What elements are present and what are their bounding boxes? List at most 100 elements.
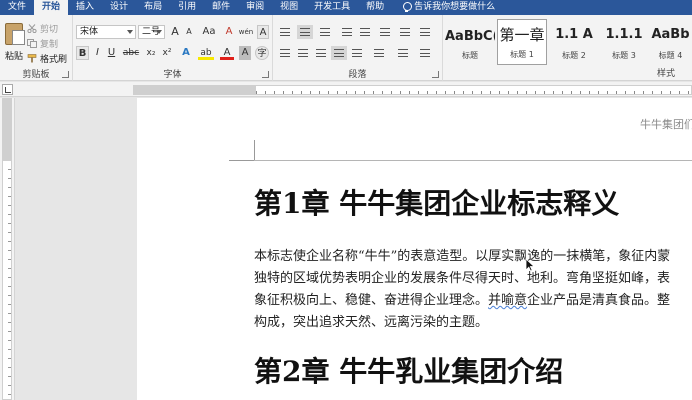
font-group-label: 字体 [163, 70, 182, 80]
tab-design[interactable]: 设计 [102, 0, 136, 15]
align-center-button[interactable] [295, 46, 311, 60]
highlight-button[interactable]: ab [198, 46, 214, 60]
tab-references[interactable]: 引用 [170, 0, 204, 15]
italic-button[interactable]: I [92, 46, 103, 60]
change-case-button[interactable]: Aa [199, 25, 219, 39]
tab-insert[interactable]: 插入 [68, 0, 102, 15]
decrease-indent-button[interactable] [339, 25, 355, 39]
bullets-icon [280, 28, 290, 36]
tab-home[interactable]: 开始 [34, 0, 69, 15]
text-effects-button[interactable]: A [179, 46, 193, 60]
align-right-button[interactable] [313, 46, 329, 60]
underline-button[interactable]: U [106, 46, 117, 60]
format-painter-button[interactable]: 格式刷 [27, 52, 67, 65]
font-color-button[interactable]: A [220, 46, 234, 60]
ribbon: 粘贴 剪切 复制 格式刷 剪贴板 宋体 二号 A A Aa A wén A B … [0, 15, 692, 81]
style-name: 标题 [462, 51, 478, 60]
increase-indent-icon [360, 28, 370, 36]
paste-button[interactable]: 粘贴 [3, 21, 25, 67]
chapter-2-heading[interactable]: 第2章 牛牛乳业集团介绍 [254, 350, 563, 390]
align-right-icon [316, 49, 326, 57]
tab-layout[interactable]: 布局 [136, 0, 170, 15]
tab-review[interactable]: 审阅 [238, 0, 272, 15]
vertical-ruler-strip[interactable] [2, 98, 12, 400]
chapter-1-heading[interactable]: 第1章 牛牛集团企业标志释义 [254, 182, 619, 222]
lightbulb-icon [402, 2, 413, 13]
tab-developer[interactable]: 开发工具 [306, 0, 358, 15]
numbering-button[interactable] [297, 25, 313, 39]
clear-formatting-button[interactable]: A [223, 25, 235, 39]
copy-button[interactable]: 复制 [27, 37, 58, 50]
tab-help[interactable]: 帮助 [358, 0, 392, 15]
justify-button[interactable] [331, 46, 347, 60]
shading-button[interactable] [395, 46, 411, 60]
bold-button[interactable]: B [76, 46, 89, 60]
cut-button[interactable]: 剪切 [27, 22, 58, 35]
styles-gallery: AaBbC( 标题 第一章 标题 1 1.1 A 标题 2 1.1.1 标题 3… [445, 19, 692, 67]
body-paragraph[interactable]: 本标志使企业名称“牛牛”的表意造型。以厚实飘逸的一抹横笔，象征内蒙 独特的区域优… [254, 246, 692, 334]
borders-button[interactable] [417, 46, 433, 60]
tab-mailings[interactable]: 邮件 [204, 0, 238, 15]
enclose-characters-button[interactable]: 字 [255, 46, 269, 60]
paragraph-line: 本标志使企业名称“牛牛”的表意造型。以厚实飘逸的一抹横笔，象征内蒙 [254, 249, 671, 264]
paragraph-group: 段落 [273, 15, 443, 81]
tab-file[interactable]: 文件 [0, 0, 34, 15]
paragraph-launcher-icon[interactable] [432, 71, 439, 78]
style-sample: 1.1.1 [605, 27, 643, 42]
style-heading-4[interactable]: AaBb 标题 4 [649, 19, 692, 65]
align-center-icon [298, 49, 308, 57]
character-shading-button[interactable]: A [239, 46, 251, 60]
ruler-strip[interactable] [133, 85, 692, 95]
tell-me-box[interactable]: 告诉我你想要做什么 [392, 0, 503, 15]
multilevel-list-button[interactable] [317, 25, 333, 39]
style-sample: 第一章 [499, 26, 545, 44]
ruler-left-margin [134, 86, 256, 94]
decrease-indent-icon [342, 28, 352, 36]
style-heading-2[interactable]: 1.1 A 标题 2 [549, 19, 599, 65]
align-left-button[interactable] [277, 46, 293, 60]
tab-view[interactable]: 视图 [272, 0, 306, 15]
pilcrow-icon [420, 28, 430, 36]
distributed-button[interactable] [349, 46, 365, 60]
style-sample: 1.1 A [555, 27, 593, 42]
copy-icon [27, 39, 37, 48]
line-spacing-button[interactable] [371, 46, 387, 60]
strikethrough-button[interactable]: abc [120, 46, 142, 60]
style-heading-3[interactable]: 1.1.1 标题 3 [599, 19, 649, 65]
style-name: 标题 1 [510, 50, 534, 59]
ribbon-tab-bar: 文件 开始 插入 设计 布局 引用 邮件 审阅 视图 开发工具 帮助 告诉我你想… [0, 0, 692, 15]
justify-icon [334, 49, 344, 57]
grow-font-button[interactable]: A [169, 25, 181, 39]
cut-label: 剪切 [40, 25, 59, 35]
font-size-select[interactable]: 二号 [138, 25, 165, 39]
phonetic-guide-button[interactable]: wén [238, 25, 254, 39]
sort-icon [400, 28, 410, 36]
font-group: 宋体 二号 A A Aa A wén A B I U abc x₂ x² A a… [73, 15, 273, 81]
distributed-icon [352, 49, 362, 57]
show-marks-button[interactable] [417, 25, 433, 39]
chinese-layout-button[interactable] [377, 25, 393, 39]
style-name: 标题 2 [562, 51, 586, 60]
tab-selector-icon[interactable] [2, 84, 13, 95]
superscript-button[interactable]: x² [160, 46, 174, 60]
increase-indent-button[interactable] [357, 25, 373, 39]
style-title[interactable]: AaBbC( 标题 [445, 19, 495, 65]
font-launcher-icon[interactable] [262, 71, 269, 78]
shrink-font-button[interactable]: A [183, 25, 195, 39]
paste-icon [5, 23, 25, 45]
paint-bucket-icon [398, 49, 408, 57]
format-painter-icon [27, 54, 37, 63]
paragraph-group-label: 段落 [348, 70, 367, 80]
clipboard-launcher-icon[interactable] [62, 71, 69, 78]
format-painter-label: 格式刷 [40, 55, 68, 65]
styles-group-label: 样式 [656, 69, 675, 79]
subscript-button[interactable]: x₂ [144, 46, 158, 60]
character-border-button[interactable]: A [257, 25, 269, 39]
document-page[interactable]: 牛牛集团们 第1章 牛牛集团企业标志释义 本标志使企业名称“牛牛”的表意造型。以… [137, 98, 692, 400]
grammar-squiggle[interactable]: 并喻意 [488, 293, 527, 308]
bullets-button[interactable] [277, 25, 293, 39]
sort-button[interactable] [397, 25, 413, 39]
style-sample: AaBb [651, 27, 690, 42]
style-heading-1[interactable]: 第一章 标题 1 [497, 19, 547, 65]
font-family-select[interactable]: 宋体 [76, 25, 136, 39]
